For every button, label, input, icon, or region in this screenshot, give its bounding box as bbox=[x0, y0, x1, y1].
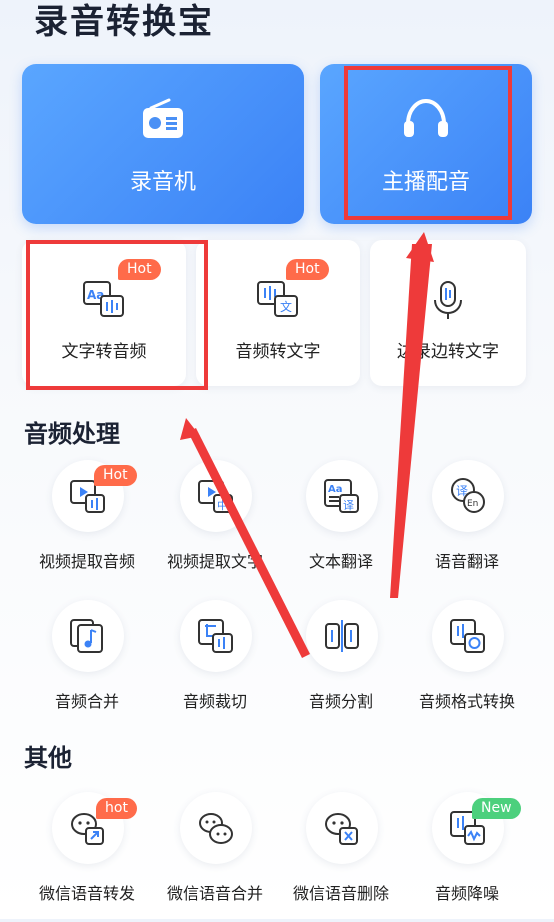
annotation-arrow bbox=[188, 428, 310, 658]
annotation-arrow bbox=[390, 244, 432, 598]
annotation-arrows bbox=[180, 232, 434, 658]
